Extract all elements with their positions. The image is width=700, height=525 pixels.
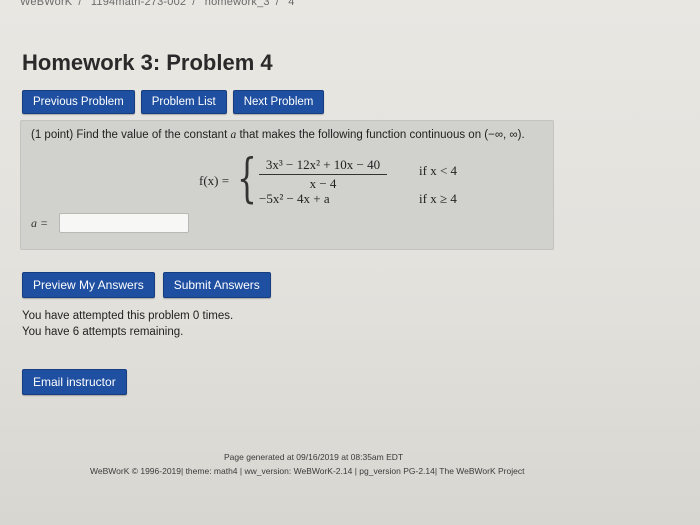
function-name: f(x) = [199,173,230,188]
page-generated-text: Page generated at 09/16/2019 at 08:35am … [224,452,404,462]
statement-text-post: that makes the following function contin… [239,129,525,141]
attempts-count: You have attempted this problem 0 times. [22,310,234,322]
problem-statement: (1 point) Find the value of the constant… [31,129,525,141]
answer-row: a = [31,213,189,233]
previous-problem-button[interactable]: Previous Problem [22,90,135,114]
page: WeBWorK/ 1194math-273-002/ homework_3/ 4… [0,0,700,525]
next-problem-button[interactable]: Next Problem [232,90,325,114]
answer-input[interactable] [59,213,189,233]
case2-expression: −5x² − 4x + a [259,191,330,206]
problem-panel: (1 point) Find the value of the constant… [20,120,554,250]
fraction-denominator: x − 4 [309,176,337,191]
preview-answers-button[interactable]: Preview My Answers [22,272,155,298]
fraction-numerator: 3x³ − 12x² + 10x − 40 [259,157,387,175]
attempts-remaining: You have 6 attempts remaining. [22,326,184,338]
submit-answers-button[interactable]: Submit Answers [162,272,271,298]
breadcrumb-item[interactable]: homework_3 [205,0,270,8]
attempts-info: You have attempted this problem 0 times.… [22,308,233,340]
breadcrumb: WeBWorK/ 1194math-273-002/ homework_3/ 4 [20,0,301,8]
breadcrumb-item[interactable]: WeBWorK [20,0,72,8]
answer-actions: Preview My Answers Submit Answers [22,272,271,298]
answer-label: a = [31,215,49,230]
fraction: 3x³ − 12x² + 10x − 40 x − 4 [259,157,387,192]
email-section: Email instructor [22,369,127,395]
breadcrumb-item[interactable]: 1194math-273-002 [91,0,186,8]
breadcrumb-item: 4 [288,0,295,8]
version-text: WeBWorK © 1996-2019| theme: math4 | ww_v… [90,466,525,476]
statement-text-pre: Find the value of the constant [76,129,228,141]
left-brace-icon: { [237,149,257,209]
problem-list-button[interactable]: Problem List [140,90,227,114]
statement-variable: a [230,129,237,141]
problem-nav: Previous Problem Problem List Next Probl… [22,90,325,114]
page-title: Homework 3: Problem 4 [22,50,273,75]
case1-condition: if x < 4 [419,163,458,178]
problem-points: (1 point) [31,129,74,141]
case2-condition: if x ≥ 4 [419,191,457,206]
email-instructor-button[interactable]: Email instructor [22,369,127,395]
